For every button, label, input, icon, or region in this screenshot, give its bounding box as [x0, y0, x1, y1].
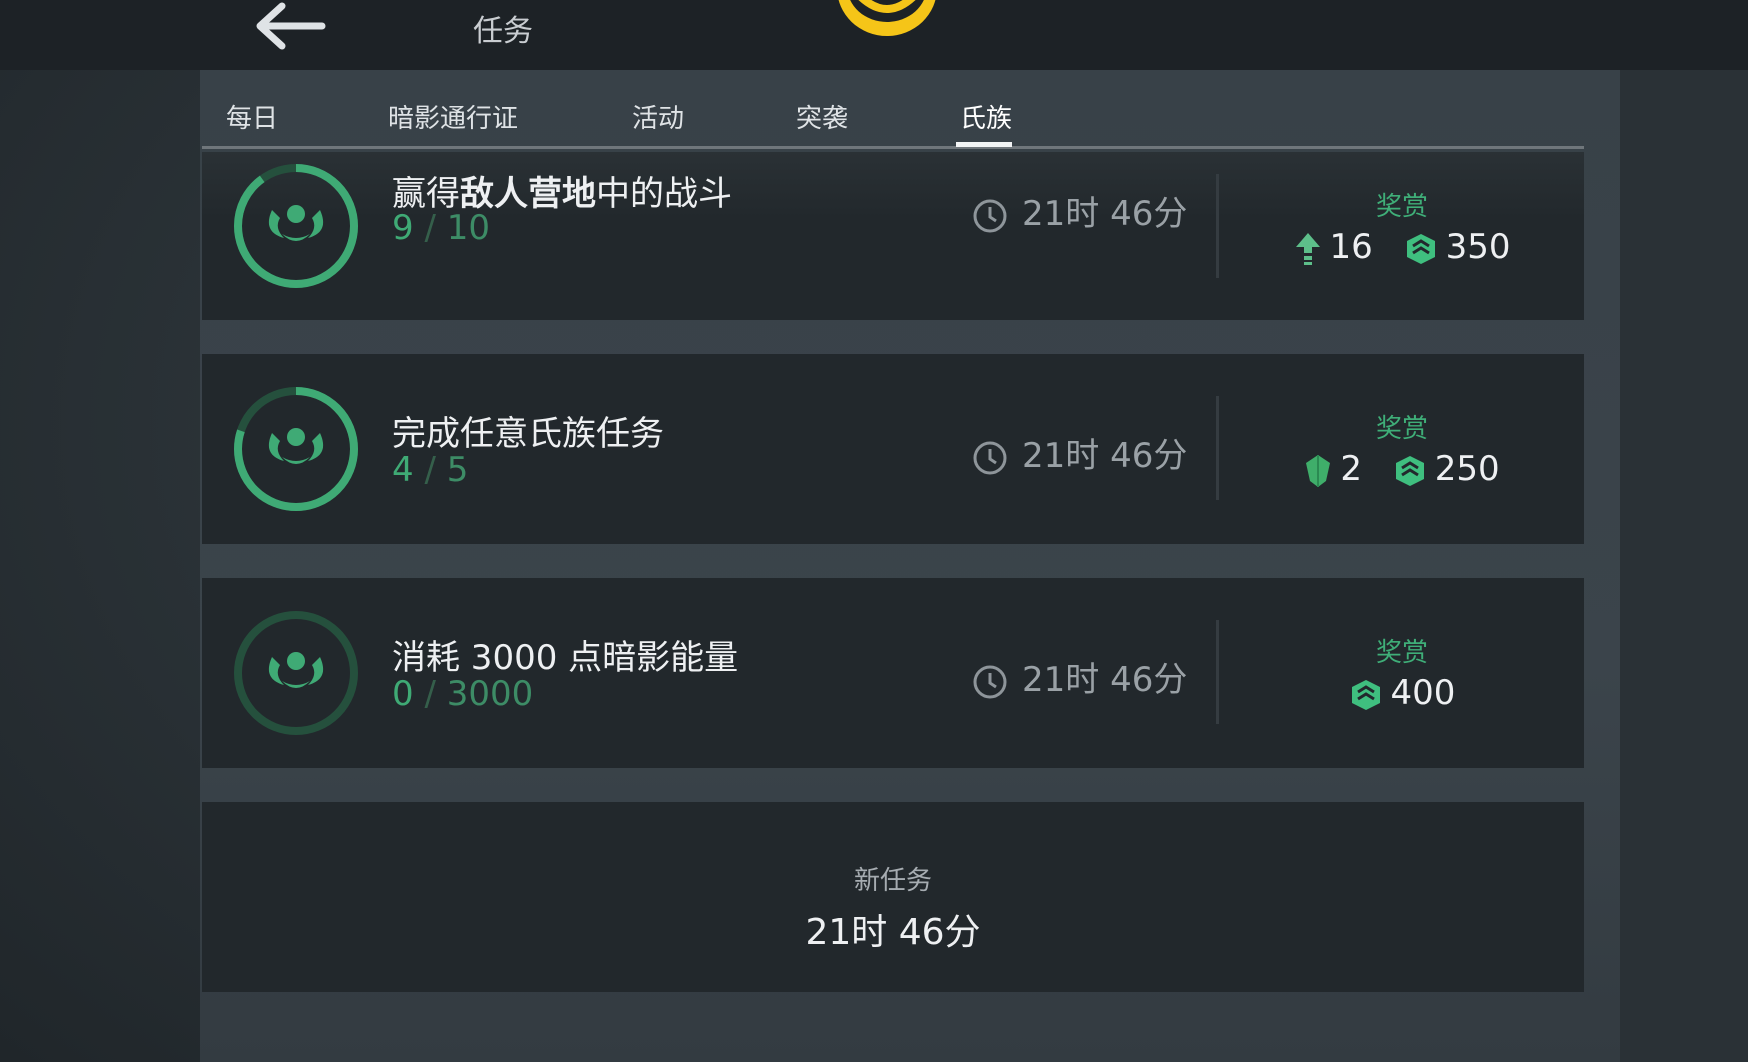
clock-icon — [973, 441, 1007, 474]
task-timer: 21时 46分 — [972, 652, 1187, 701]
card-divider — [1216, 620, 1219, 724]
task-timer: 21时 46分 — [972, 186, 1187, 235]
reward-item: 400 — [1349, 673, 1455, 713]
task-progress: 9 / 10 — [392, 208, 490, 248]
new-task-label: 新任务 — [853, 866, 932, 896]
reward-label: 奖赏 — [1375, 192, 1428, 222]
tab-daily[interactable]: 每日 — [226, 98, 278, 135]
reward-item: 350 — [1404, 227, 1510, 267]
task-timer: 21时 46分 — [972, 428, 1187, 477]
reward-item: 16 — [1294, 227, 1373, 267]
reward-item: 250 — [1393, 449, 1500, 489]
reward-block: 奖赏 16 350 — [1232, 186, 1572, 267]
reward-label: 奖赏 — [1375, 638, 1428, 668]
tab-clan[interactable]: 氏族 — [960, 98, 1012, 135]
smiley-emblem-icon[interactable] — [832, 0, 942, 40]
reward-block: 奖赏 400 — [1232, 632, 1572, 713]
task-name: 完成任意氏族任务 — [392, 414, 664, 454]
clock-icon — [973, 665, 1007, 698]
active-tab-indicator — [956, 142, 1012, 147]
tab-events[interactable]: 活动 — [632, 98, 684, 135]
side-shade — [1620, 70, 1748, 1062]
clan-crest-icon — [1395, 455, 1424, 486]
task-card: 赢得敌人营地中的战斗 9 / 10 21时 46分 奖赏 16 350 — [202, 152, 1584, 320]
tab-bar: 每日 暗影通行证 活动 突袭 氏族 — [202, 88, 1584, 149]
task-card: 消耗 3000 点暗影能量 0 / 3000 21时 46分 奖赏 400 — [202, 578, 1584, 768]
task-progress: 0 / 3000 — [392, 674, 534, 714]
clan-crest-icon — [268, 428, 324, 464]
task-card: 完成任意氏族任务 4 / 5 21时 46分 奖赏 2 250 — [202, 354, 1584, 544]
tab-shadow-pass[interactable]: 暗影通行证 — [388, 98, 518, 135]
card-divider — [1216, 396, 1219, 500]
task-progress: 4 / 5 — [392, 450, 469, 490]
clan-progress-ring — [234, 611, 358, 735]
back-arrow-icon — [256, 2, 326, 50]
clan-crest-icon — [268, 205, 324, 241]
clan-progress-ring — [234, 164, 358, 288]
task-name: 消耗 3000 点暗影能量 — [392, 638, 739, 678]
page-title: 任务 — [473, 14, 533, 49]
card-divider — [1216, 174, 1219, 278]
arrow-up-icon — [1295, 232, 1320, 265]
clan-crest-icon — [1406, 233, 1435, 264]
tab-raid[interactable]: 突袭 — [796, 98, 848, 135]
reward-label: 奖赏 — [1375, 414, 1428, 444]
back-button[interactable] — [250, 0, 330, 52]
new-task-panel: 新任务 21时 46分 — [202, 802, 1584, 992]
clan-crest-icon — [1351, 679, 1380, 710]
new-task-timer: 21时 46分 — [805, 912, 981, 953]
green-gem-icon — [1306, 454, 1331, 487]
clan-progress-ring — [234, 387, 358, 511]
reward-item: 2 — [1304, 449, 1362, 489]
clan-crest-icon — [268, 652, 324, 688]
clock-icon — [973, 199, 1007, 232]
reward-block: 奖赏 2 250 — [1232, 408, 1572, 489]
